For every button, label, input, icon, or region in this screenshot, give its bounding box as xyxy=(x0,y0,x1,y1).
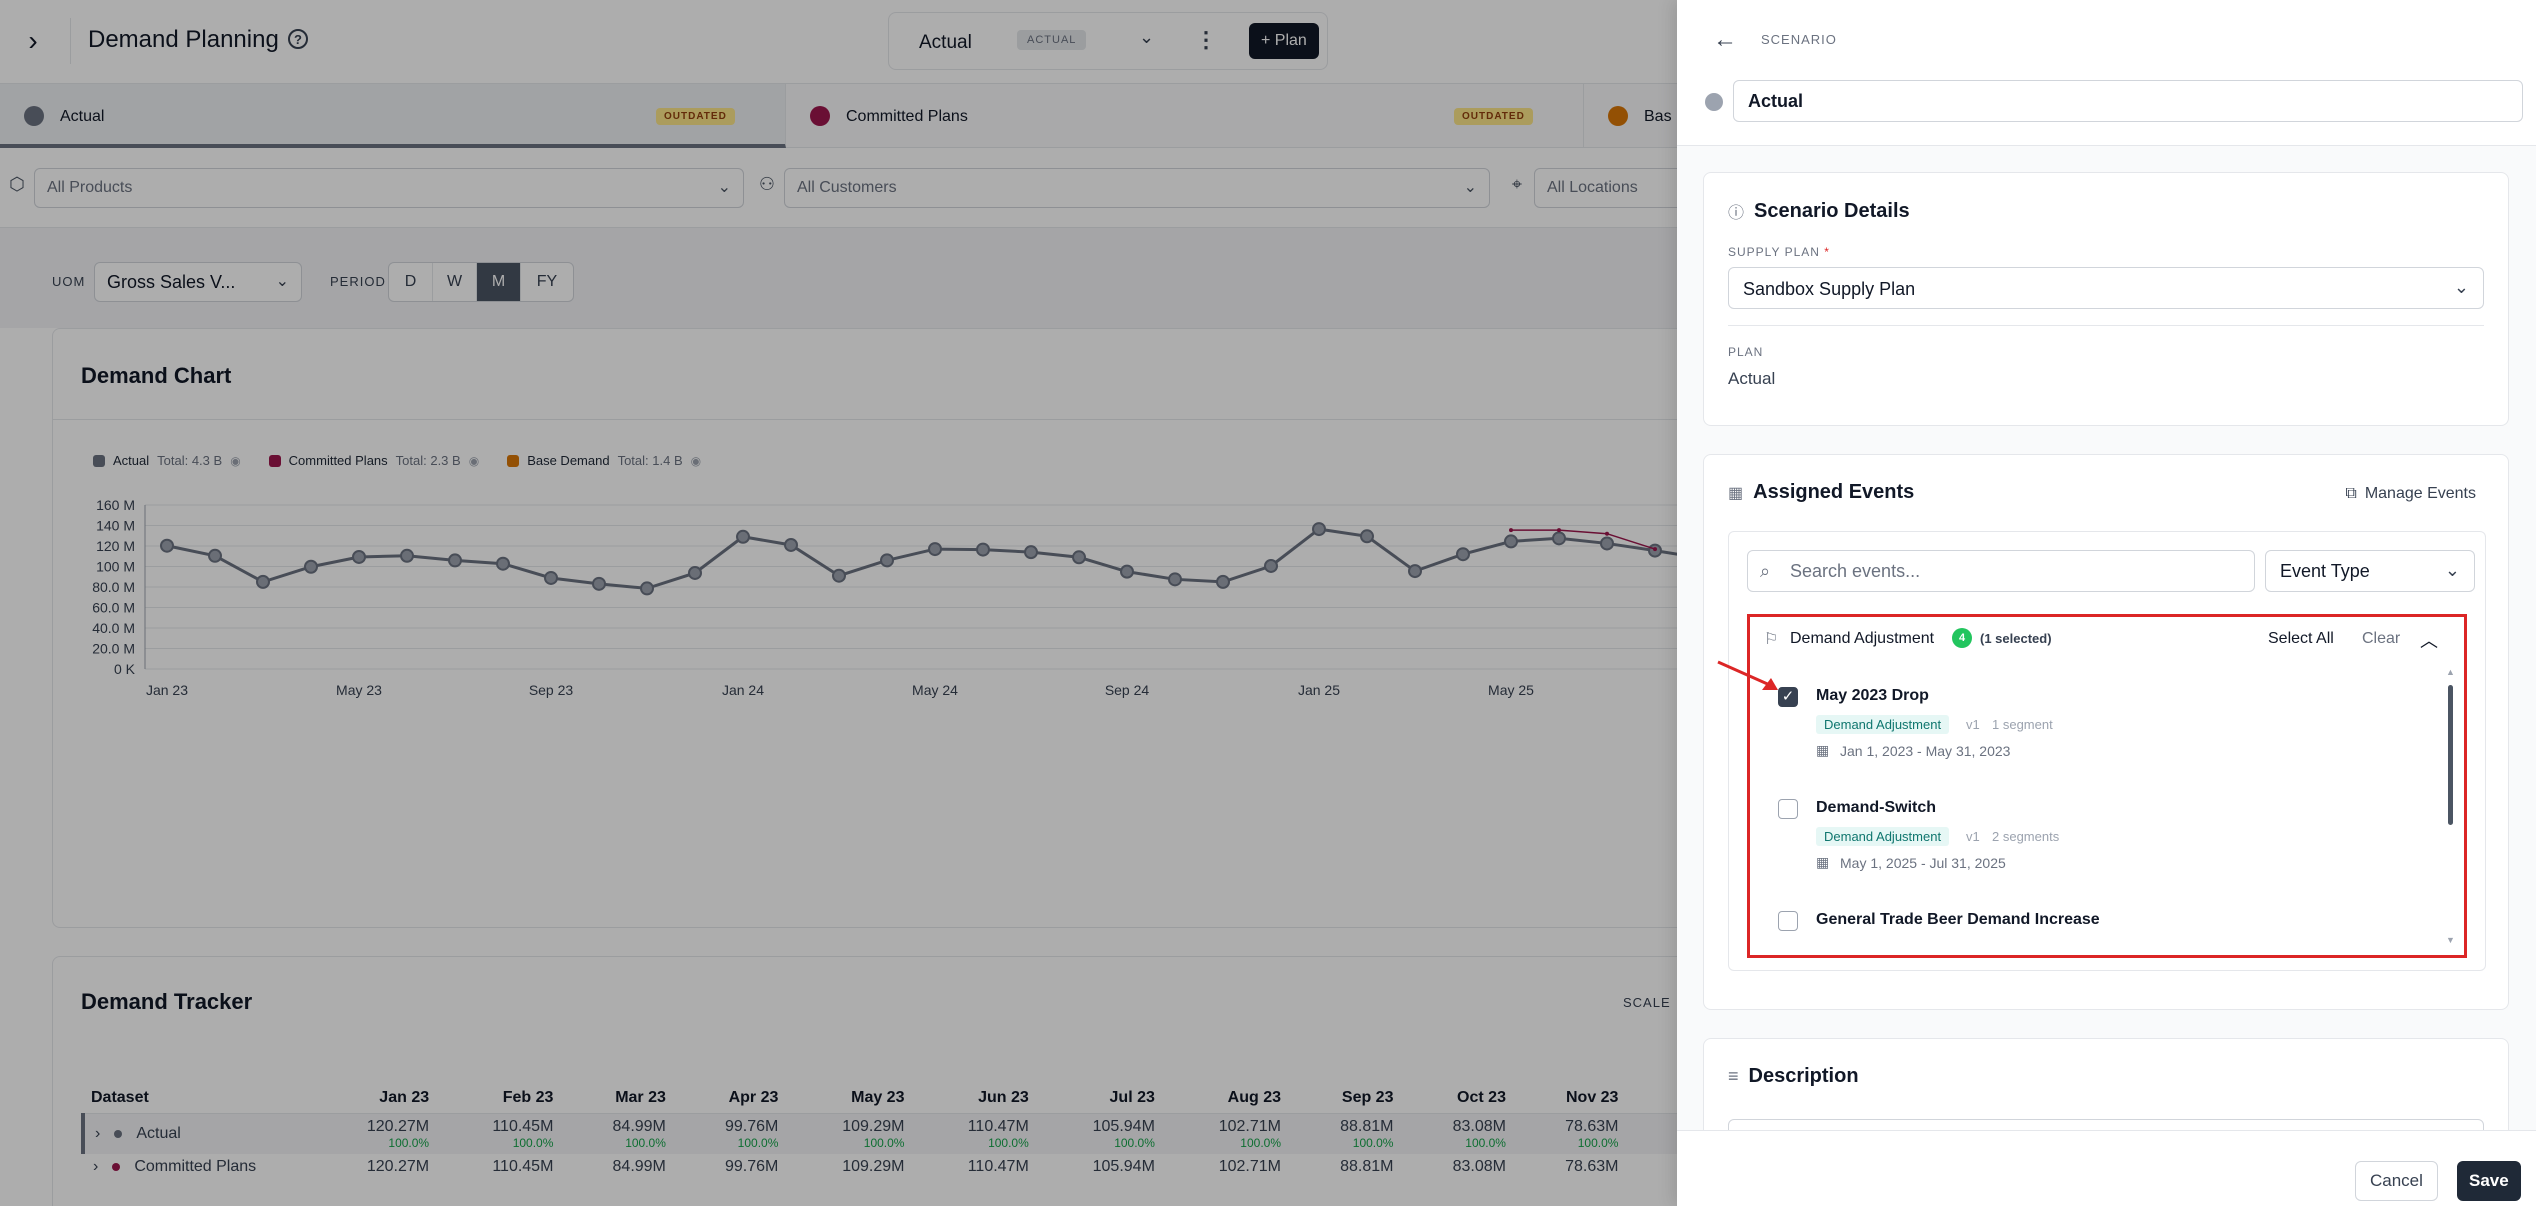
event-checkbox[interactable] xyxy=(1778,911,1798,931)
event-item[interactable]: General Trade Beer Demand Increase xyxy=(1750,911,2440,941)
divider xyxy=(1728,325,2484,326)
flag-icon: ⚐ xyxy=(1764,631,1779,648)
event-item[interactable]: Demand-Switch Demand Adjustment v1 2 seg… xyxy=(1750,799,2440,879)
event-group-demand-adjustment: ⚐ Demand Adjustment 4 (1 selected) Selec… xyxy=(1747,614,2467,958)
event-segments: 1 segment xyxy=(1992,717,2053,732)
supply-plan-label: SUPPLY PLAN * xyxy=(1728,245,1830,259)
selected-count: (1 selected) xyxy=(1980,631,2052,646)
scroll-down-icon[interactable]: ▼ xyxy=(2446,935,2455,945)
panel-kicker: SCENARIO xyxy=(1761,32,1837,47)
assigned-events-card: ▦ Assigned Events ⧉ Manage Events ⌕ Even… xyxy=(1703,454,2509,1010)
text-lines-icon: ≡ xyxy=(1728,1066,1739,1086)
calendar-icon: ▦ xyxy=(1816,854,1830,870)
manage-events-link[interactable]: ⧉ Manage Events xyxy=(2345,485,2476,503)
scrollbar-thumb[interactable] xyxy=(2448,685,2453,825)
info-icon: ⓘ xyxy=(1728,205,1745,222)
scenario-details-title: Scenario Details xyxy=(1754,199,1910,222)
chevron-up-icon[interactable]: ︿ xyxy=(2420,627,2438,653)
events-picker: ⌕ Event Type ⌄ ⚐ Demand Adjustment 4 (1 … xyxy=(1728,531,2486,971)
back-arrow-icon[interactable]: ← xyxy=(1713,26,1737,54)
description-title: Description xyxy=(1748,1065,1859,1087)
external-link-icon: ⧉ xyxy=(2345,485,2357,502)
event-checkbox[interactable] xyxy=(1778,799,1798,819)
panel-footer: Cancel Save xyxy=(1677,1130,2536,1206)
event-version: v1 xyxy=(1966,829,1980,844)
event-title: May 2023 Drop xyxy=(1816,687,1929,704)
modal-backdrop[interactable] xyxy=(0,0,1677,1206)
description-card: ≡ Description xyxy=(1703,1038,2509,1130)
description-input[interactable] xyxy=(1728,1119,2484,1130)
search-icon: ⌕ xyxy=(1760,561,1771,581)
event-version: v1 xyxy=(1966,717,1980,732)
panel-header: ← SCENARIO xyxy=(1677,0,2536,146)
event-dates: May 1, 2025 - Jul 31, 2025 xyxy=(1840,855,2006,871)
event-type-select[interactable]: Event Type ⌄ xyxy=(2265,550,2475,592)
event-title: General Trade Beer Demand Increase xyxy=(1816,911,2100,928)
card-heading: ▦ Assigned Events xyxy=(1728,481,1914,504)
scenario-color-dot[interactable] xyxy=(1705,93,1723,111)
annotation-arrow-icon xyxy=(1717,660,1778,690)
scenario-details-card: ⓘ Scenario Details SUPPLY PLAN * Sandbox… xyxy=(1703,172,2509,426)
event-search-box: ⌕ xyxy=(1747,550,2255,592)
required-mark: * xyxy=(1824,245,1830,259)
manage-events-label: Manage Events xyxy=(2364,485,2476,502)
event-type-value: Event Type xyxy=(2280,561,2370,581)
supply-plan-select[interactable]: Sandbox Supply Plan ⌄ xyxy=(1728,267,2484,309)
scenario-name-input[interactable] xyxy=(1733,80,2523,122)
cancel-button[interactable]: Cancel xyxy=(2355,1161,2438,1201)
chevron-down-icon: ⌄ xyxy=(2444,560,2460,580)
scroll-up-icon[interactable]: ▲ xyxy=(2446,667,2455,677)
scenario-panel: ← SCENARIO ⓘ Scenario Details SUPPLY PLA… xyxy=(1677,0,2536,1206)
plan-value: Actual xyxy=(1728,369,1776,388)
calendar-icon: ▦ xyxy=(1728,484,1744,502)
assigned-events-title: Assigned Events xyxy=(1753,481,1915,503)
card-heading: ≡ Description xyxy=(1728,1065,1859,1088)
card-heading: ⓘ Scenario Details xyxy=(1728,199,1910,223)
event-group-header: ⚐ Demand Adjustment 4 (1 selected) Selec… xyxy=(1750,617,2464,663)
event-item[interactable]: ✓ May 2023 Drop Demand Adjustment v1 1 s… xyxy=(1750,687,2440,767)
event-search-input[interactable] xyxy=(1790,559,2240,583)
clear-button[interactable]: Clear xyxy=(2362,630,2400,648)
event-title: Demand-Switch xyxy=(1816,799,1937,816)
event-dates: Jan 1, 2023 - May 31, 2023 xyxy=(1840,743,2011,759)
panel-body: ⓘ Scenario Details SUPPLY PLAN * Sandbox… xyxy=(1677,146,2536,1130)
supply-plan-label-text: SUPPLY PLAN xyxy=(1728,245,1820,259)
chevron-down-icon: ⌄ xyxy=(2453,277,2469,297)
supply-plan-value: Sandbox Supply Plan xyxy=(1743,279,1916,299)
event-count-badge: 4 xyxy=(1952,628,1972,648)
plan-label: PLAN xyxy=(1728,345,1764,359)
save-button[interactable]: Save xyxy=(2457,1161,2521,1201)
event-type-tag: Demand Adjustment xyxy=(1816,715,1950,734)
select-all-button[interactable]: Select All xyxy=(2268,630,2334,648)
event-type-tag: Demand Adjustment xyxy=(1816,827,1950,846)
event-segments: 2 segments xyxy=(1992,829,2060,844)
event-list-scrollbar[interactable]: ▲ ▼ xyxy=(2446,667,2455,951)
calendar-icon: ▦ xyxy=(1816,742,1830,758)
event-group-name: Demand Adjustment xyxy=(1790,630,1935,647)
